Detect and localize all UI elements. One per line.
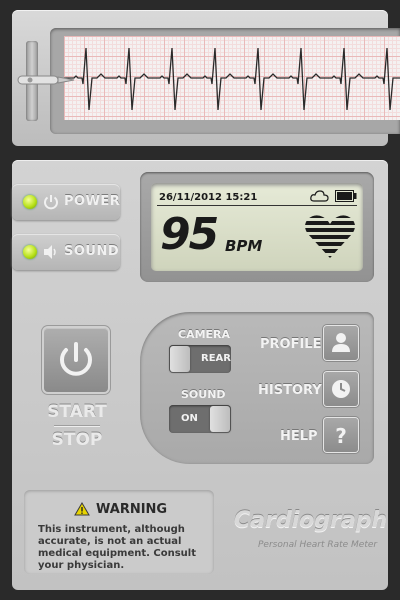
warning-icon	[74, 502, 90, 516]
brand-subtitle: Personal Heart Rate Meter	[258, 540, 378, 550]
svg-text:?: ?	[335, 424, 347, 448]
power-icon	[44, 195, 58, 210]
sound-toggle[interactable]: ON	[169, 405, 231, 433]
lcd-divider	[157, 205, 357, 206]
bpm-unit: BPM	[225, 237, 263, 255]
lcd-datetime: 26/11/2012 15:21	[159, 192, 258, 203]
power-button[interactable]: POWER	[12, 184, 120, 220]
sound-led	[23, 245, 37, 259]
history-button[interactable]	[324, 372, 358, 406]
sound-toggle-label: SOUND	[181, 388, 226, 401]
profile-button[interactable]	[324, 326, 358, 360]
user-icon	[332, 333, 350, 352]
clock-icon	[332, 380, 350, 398]
start-label: START	[47, 402, 107, 422]
cloud-icon	[310, 190, 329, 202]
battery-icon	[335, 190, 357, 202]
question-icon: ?	[335, 424, 347, 448]
sound-value: ON	[181, 413, 198, 424]
camera-toggle[interactable]: REAR	[169, 345, 231, 373]
power-label: POWER	[64, 194, 121, 209]
sound-button[interactable]: SOUND	[12, 234, 120, 270]
help-button[interactable]: ?	[324, 418, 358, 452]
profile-label[interactable]: PROFILE	[260, 337, 321, 352]
sound-label: SOUND	[64, 244, 120, 259]
warning-text: This instrument, although accurate, is n…	[38, 524, 197, 571]
start-stop-divider	[54, 425, 100, 426]
sound-toggle-knob[interactable]	[210, 406, 230, 432]
ecg-trace	[64, 47, 400, 111]
brand-title: Cardiograph	[234, 508, 388, 533]
camera-value: REAR	[201, 353, 231, 364]
stylus-needle-icon	[17, 75, 75, 85]
stop-label: STOP	[51, 430, 103, 450]
start-stop-button[interactable]	[44, 328, 108, 392]
warning-title: WARNING	[96, 502, 168, 517]
power-led	[23, 195, 37, 209]
bpm-value: 95	[160, 209, 219, 260]
help-label[interactable]: HELP	[280, 429, 318, 444]
camera-label: CAMERA	[178, 328, 231, 341]
power-icon	[60, 342, 92, 376]
camera-toggle-knob[interactable]	[170, 346, 190, 372]
heart-icon	[305, 215, 355, 258]
speaker-icon	[44, 245, 56, 259]
history-label[interactable]: HISTORY	[258, 383, 322, 398]
